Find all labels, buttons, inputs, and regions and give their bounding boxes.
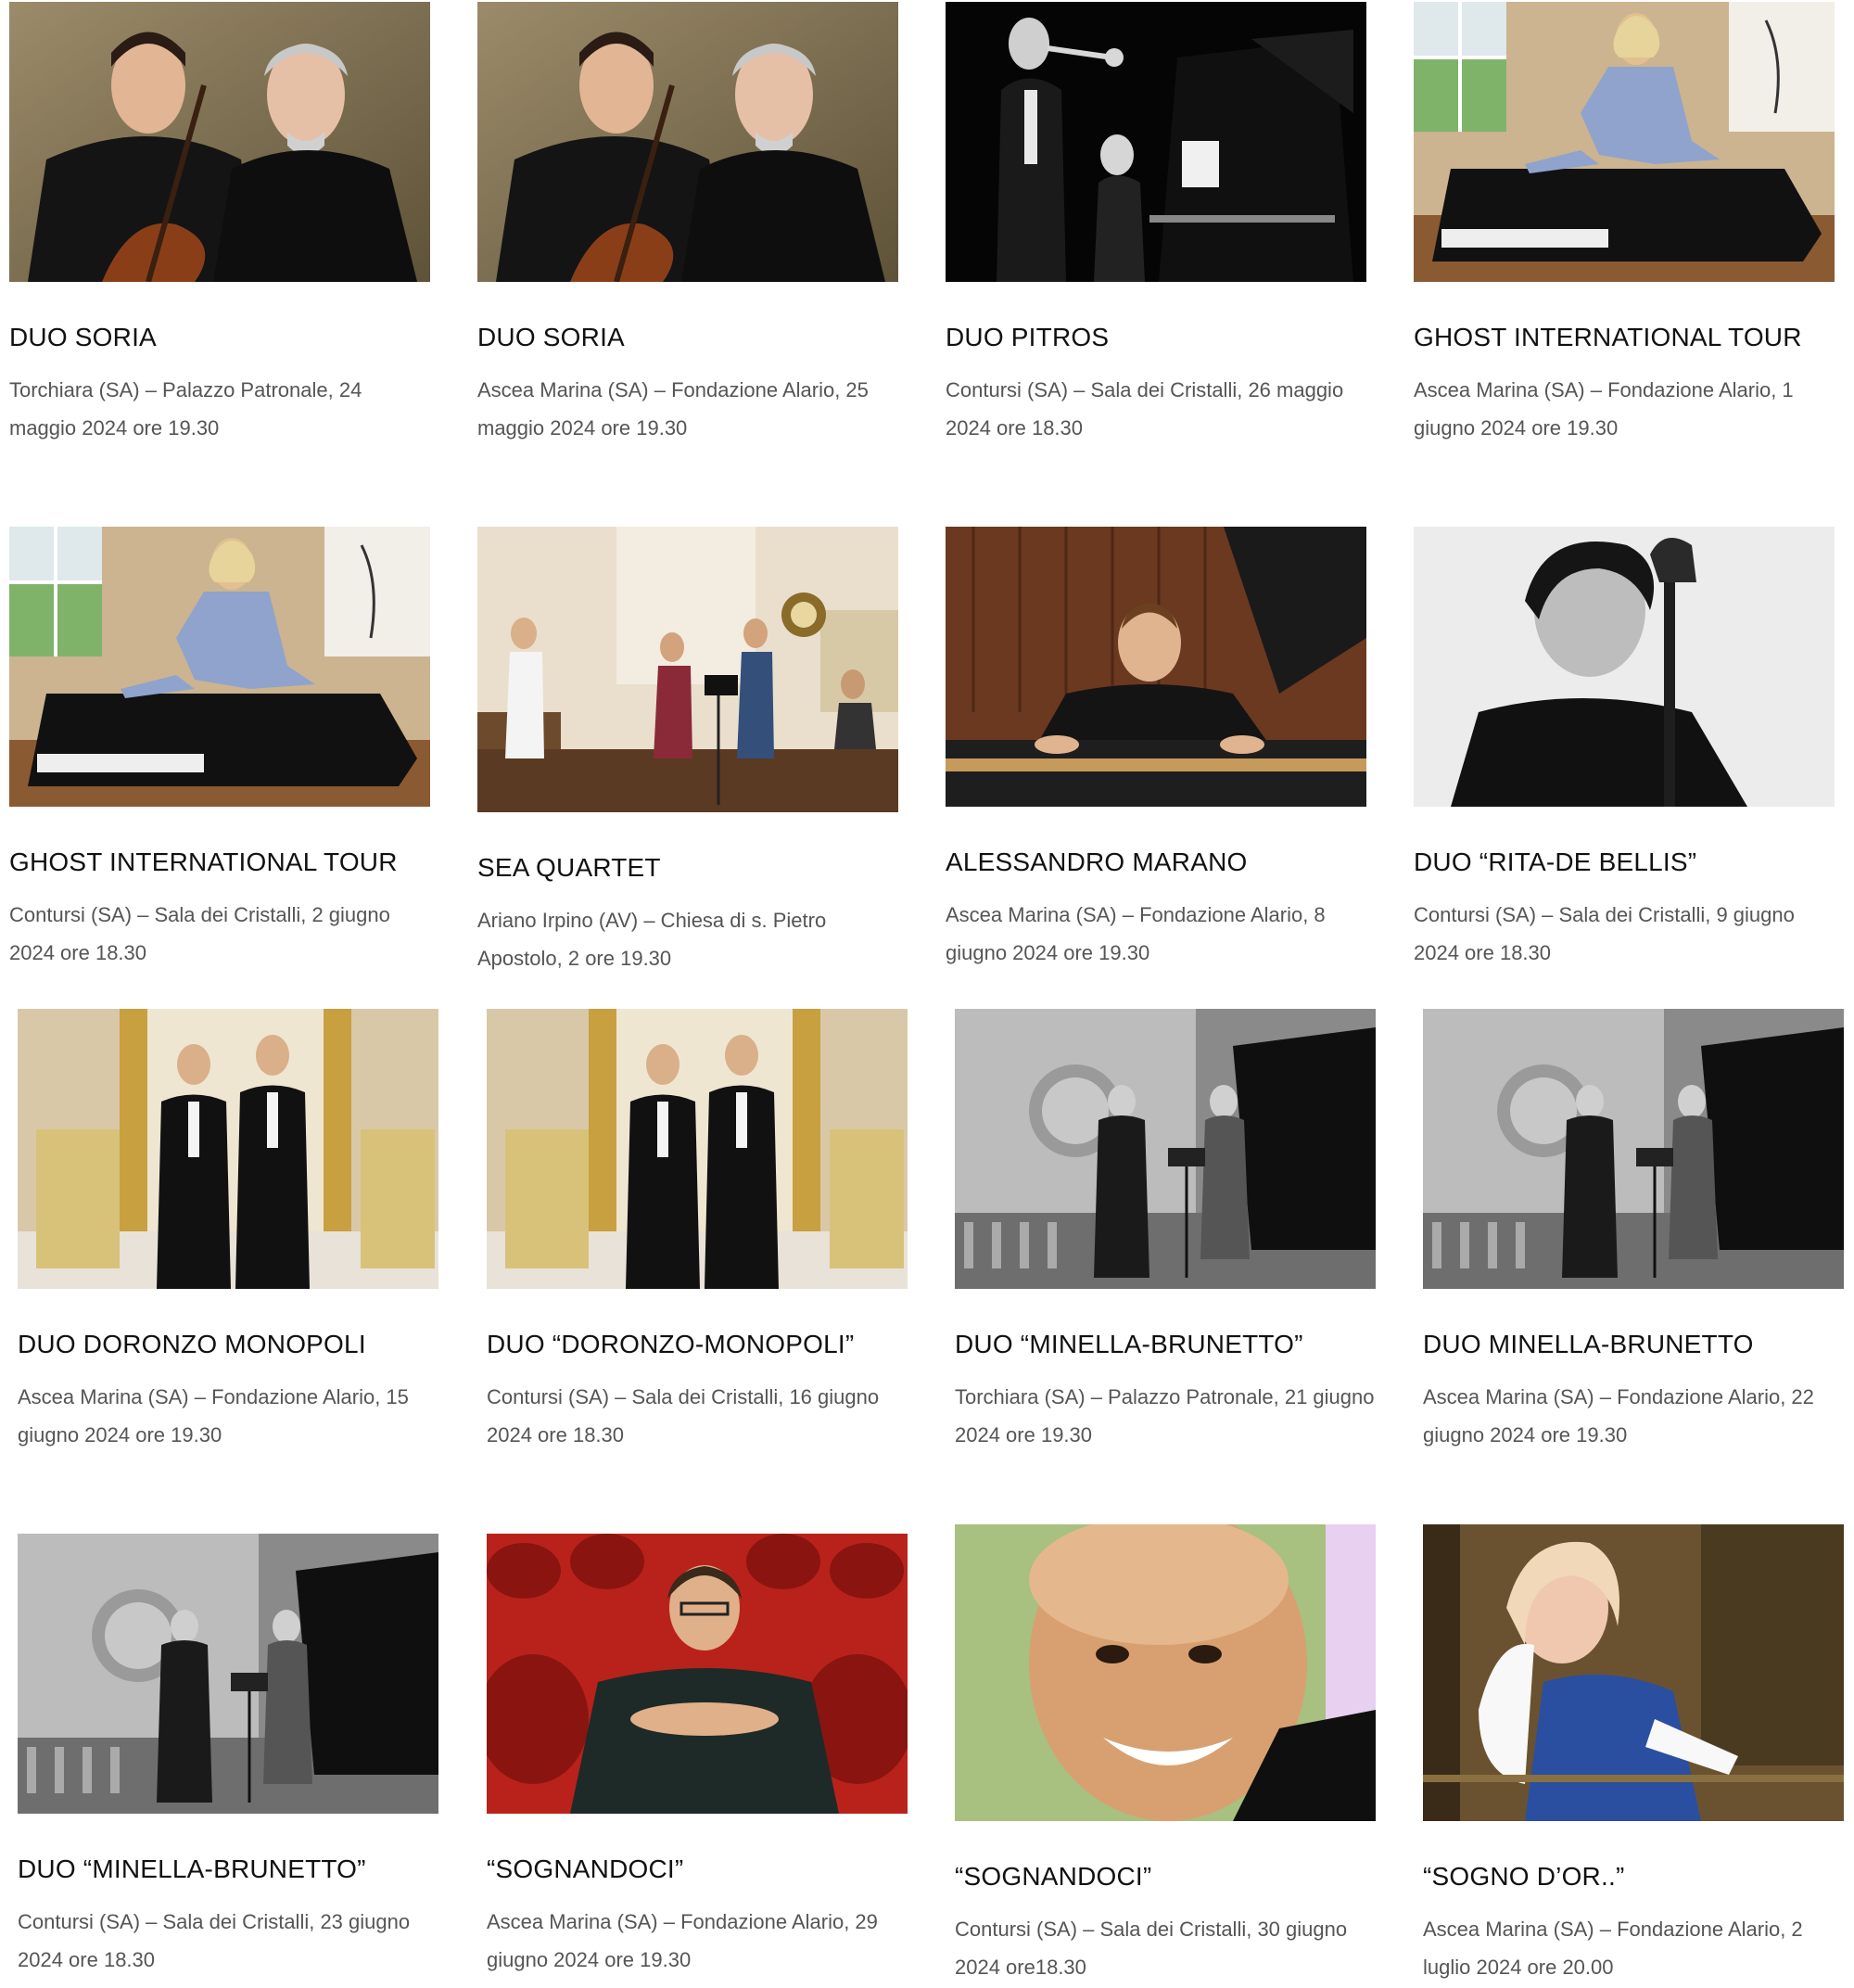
event-title[interactable]: “SOGNANDOCI”: [955, 1860, 1376, 1893]
duo-minella-brunetto-photo[interactable]: [18, 1534, 438, 1814]
event-card[interactable]: GHOST INTERNATIONAL TOUR Contursi (SA) –…: [9, 527, 430, 972]
ghost-tour-photo[interactable]: [1414, 2, 1835, 282]
event-details: Contursi (SA) – Sala dei Cristalli, 16 g…: [487, 1385, 880, 1446]
cellist-photo[interactable]: [1414, 527, 1835, 807]
event-title[interactable]: GHOST INTERNATIONAL TOUR: [9, 846, 430, 879]
event-card[interactable]: DUO SORIA Ascea Marina (SA) – Fondazione…: [477, 2, 898, 447]
duo-pitros-photo[interactable]: [946, 2, 1366, 282]
event-title[interactable]: DUO “MINELLA-BRUNETTO”: [955, 1328, 1376, 1361]
event-details: Torchiara (SA) – Palazzo Patronale, 21 g…: [955, 1385, 1375, 1446]
event-title[interactable]: DUO MINELLA-BRUNETTO: [1423, 1328, 1844, 1361]
event-details: Ascea Marina (SA) – Fondazione Alario, 2…: [477, 378, 869, 440]
alessandro-marano-photo[interactable]: [946, 527, 1366, 807]
duo-doronzo-photo[interactable]: [18, 1009, 438, 1289]
duo-minella-brunetto-photo[interactable]: [955, 1009, 1376, 1289]
event-card[interactable]: GHOST INTERNATIONAL TOUR Ascea Marina (S…: [1414, 2, 1835, 447]
event-title[interactable]: GHOST INTERNATIONAL TOUR: [1414, 321, 1835, 354]
event-details: Torchiara (SA) – Palazzo Patronale, 24 m…: [9, 378, 362, 440]
event-details: Ascea Marina (SA) – Fondazione Alario, 2…: [1423, 1385, 1814, 1446]
event-details: Contursi (SA) – Sala dei Cristalli, 30 g…: [955, 1918, 1348, 1979]
duo-doronzo-photo[interactable]: [487, 1009, 908, 1289]
event-title[interactable]: ALESSANDRO MARANO: [946, 846, 1366, 879]
event-card[interactable]: DUO MINELLA-BRUNETTO Ascea Marina (SA) –…: [1423, 1009, 1844, 1454]
event-card[interactable]: DUO “MINELLA-BRUNETTO” Contursi (SA) – S…: [18, 1534, 438, 1979]
event-card[interactable]: SEA QUARTET Ariano Irpino (AV) – Chiesa …: [477, 527, 898, 977]
event-details: Contursi (SA) – Sala dei Cristalli, 26 m…: [946, 378, 1344, 440]
event-details: Contursi (SA) – Sala dei Cristalli, 23 g…: [18, 1910, 411, 1971]
event-card[interactable]: “SOGNANDOCI” Ascea Marina (SA) – Fondazi…: [487, 1534, 908, 1979]
event-details: Ariano Irpino (AV) – Chiesa di s. Pietro…: [477, 909, 827, 970]
event-title[interactable]: DUO PITROS: [946, 321, 1366, 354]
event-card[interactable]: “SOGNANDOCI” Contursi (SA) – Sala dei Cr…: [955, 1524, 1376, 1986]
event-title[interactable]: “SOGNANDOCI”: [487, 1853, 908, 1886]
event-card[interactable]: DUO SORIA Torchiara (SA) – Palazzo Patro…: [9, 2, 430, 447]
sognandoci-photo[interactable]: [487, 1534, 908, 1814]
event-card[interactable]: ALESSANDRO MARANO Ascea Marina (SA) – Fo…: [946, 527, 1366, 972]
event-title[interactable]: DUO “MINELLA-BRUNETTO”: [18, 1853, 438, 1886]
event-card[interactable]: DUO DORONZO MONOPOLI Ascea Marina (SA) –…: [18, 1009, 438, 1454]
event-card[interactable]: “SOGNO D’OR..” Ascea Marina (SA) – Fonda…: [1423, 1524, 1844, 1986]
event-details: Ascea Marina (SA) – Fondazione Alario, 1…: [1414, 378, 1794, 440]
duo-soria-photo[interactable]: [9, 2, 430, 282]
event-details: Ascea Marina (SA) – Fondazione Alario, 8…: [946, 903, 1326, 964]
event-card[interactable]: DUO PITROS Contursi (SA) – Sala dei Cris…: [946, 2, 1366, 447]
event-title[interactable]: DUO “DORONZO-MONOPOLI”: [487, 1328, 908, 1361]
event-card[interactable]: DUO “RITA-DE BELLIS” Contursi (SA) – Sal…: [1414, 527, 1835, 972]
event-card[interactable]: DUO “MINELLA-BRUNETTO” Torchiara (SA) – …: [955, 1009, 1376, 1454]
event-title[interactable]: SEA QUARTET: [477, 851, 898, 885]
event-details: Ascea Marina (SA) – Fondazione Alario, 1…: [18, 1385, 409, 1446]
event-title[interactable]: DUO SORIA: [477, 321, 898, 354]
event-title[interactable]: DUO DORONZO MONOPOLI: [18, 1328, 438, 1361]
event-title[interactable]: DUO SORIA: [9, 321, 430, 354]
duo-soria-photo[interactable]: [477, 2, 898, 282]
sognandoci-photo[interactable]: [955, 1524, 1376, 1821]
ghost-tour-photo[interactable]: [9, 527, 430, 807]
sea-quartet-photo[interactable]: [477, 527, 898, 812]
event-details: Ascea Marina (SA) – Fondazione Alario, 2…: [1423, 1918, 1803, 1979]
event-details: Contursi (SA) – Sala dei Cristalli, 2 gi…: [9, 903, 390, 964]
event-details: Ascea Marina (SA) – Fondazione Alario, 2…: [487, 1910, 878, 1971]
sogno-d-or-photo[interactable]: [1423, 1524, 1844, 1821]
event-title[interactable]: DUO “RITA-DE BELLIS”: [1414, 846, 1835, 879]
duo-minella-brunetto-photo[interactable]: [1423, 1009, 1844, 1289]
event-card[interactable]: DUO “DORONZO-MONOPOLI” Contursi (SA) – S…: [487, 1009, 908, 1454]
event-details: Contursi (SA) – Sala dei Cristalli, 9 gi…: [1414, 903, 1795, 964]
event-title[interactable]: “SOGNO D’OR..”: [1423, 1860, 1844, 1893]
